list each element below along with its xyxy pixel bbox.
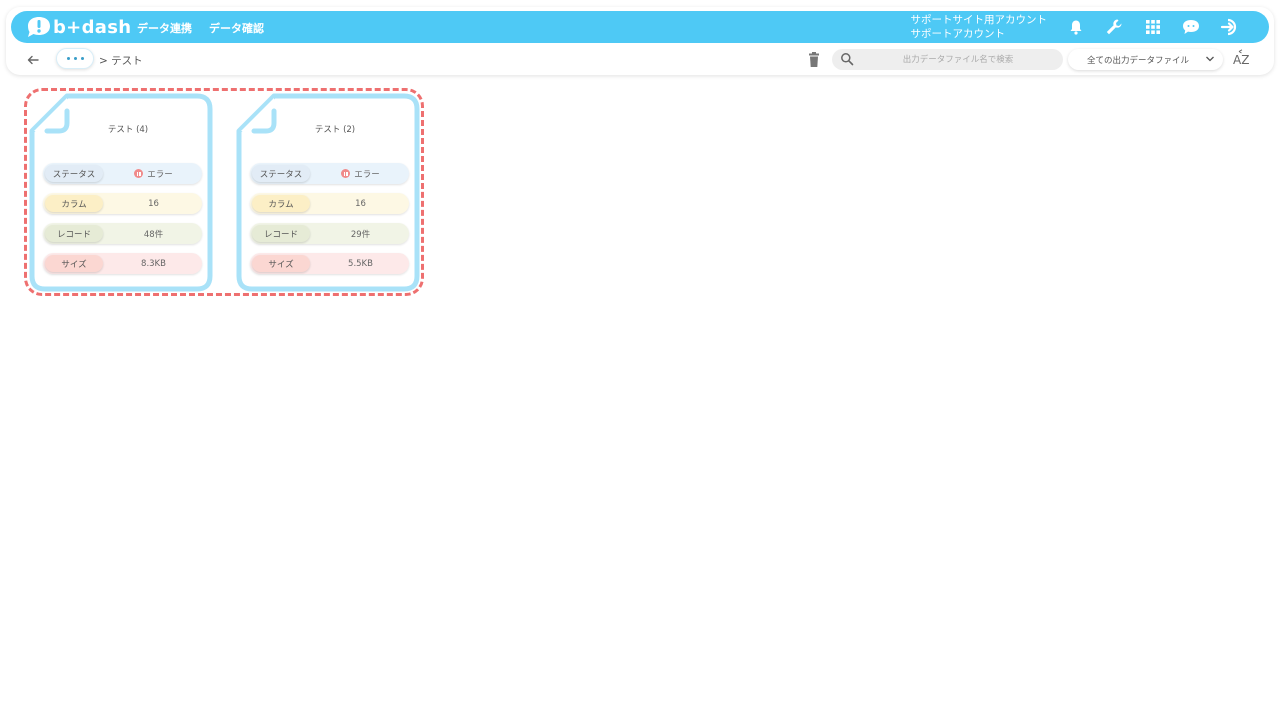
record-value: 29件 (350, 229, 371, 240)
file-filter-select[interactable]: 全ての出力データファイル (1068, 49, 1223, 70)
bell-icon[interactable] (1065, 16, 1087, 38)
breadcrumb-more-button[interactable] (56, 48, 94, 69)
size-label: サイズ (252, 255, 310, 272)
record-value: 48件 (143, 229, 164, 240)
account-user-name: サポートアカウント (910, 28, 1006, 40)
status-label: ステータス (252, 165, 310, 182)
top-bar: b+dash データ連携 データ確認 サポートサイト用アカウント サポートアカウ… (11, 11, 1269, 43)
dot-icon (80, 57, 84, 60)
file-card[interactable]: テスト (4) ステータス エラー カラム 16 レコード 48件 サイズ 8.… (29, 93, 213, 292)
status-row: ステータス エラー (43, 163, 202, 184)
status-value-text: エラー (147, 169, 173, 180)
file-filter-value: 全ての出力データファイル (1087, 55, 1190, 66)
search-input[interactable] (858, 50, 1058, 69)
back-arrow-icon[interactable] (24, 51, 42, 69)
size-row: サイズ 8.3KB (43, 253, 202, 274)
account-info[interactable]: サポートサイト用アカウント サポートアカウント (911, 13, 1048, 41)
toolbar: > テスト 全ての出力データファイル AZ (6, 46, 1274, 74)
chevron-down-icon (1206, 56, 1214, 62)
account-site-name: サポートサイト用アカウント (910, 14, 1048, 26)
logo[interactable]: b+dash (25, 15, 131, 39)
nav-data-integration[interactable]: データ連携 (137, 20, 192, 36)
search-icon[interactable] (840, 52, 854, 66)
apps-grid-icon[interactable] (1142, 16, 1164, 38)
sort-label: AZ (1233, 53, 1249, 67)
status-value: エラー (312, 163, 409, 184)
column-label: カラム (45, 195, 103, 212)
status-row: ステータス エラー (250, 163, 409, 184)
breadcrumb[interactable]: > テスト (99, 53, 143, 68)
support-chat-icon[interactable] (1180, 16, 1202, 38)
record-row: レコード 48件 (43, 223, 202, 244)
record-row: レコード 29件 (250, 223, 409, 244)
status-value-text: エラー (354, 169, 380, 180)
logout-icon[interactable] (1219, 16, 1241, 38)
file-card-title: テスト (2) (314, 125, 356, 135)
size-label: サイズ (45, 255, 103, 272)
status-value: エラー (105, 163, 202, 184)
dot-icon (73, 57, 77, 60)
pause-icon (134, 169, 144, 178)
logo-text: b+dash (53, 16, 132, 38)
column-label: カラム (252, 195, 310, 212)
pause-icon (341, 169, 351, 178)
record-label: レコード (252, 225, 310, 242)
record-label: レコード (45, 225, 103, 242)
column-row: カラム 16 (43, 193, 202, 214)
sort-az-icon[interactable]: AZ (1232, 49, 1252, 69)
dot-icon (66, 57, 70, 60)
file-card[interactable]: テスト (2) ステータス エラー カラム 16 レコード 29件 サイズ 5.… (236, 93, 420, 292)
file-card-title: テスト (4) (107, 125, 149, 135)
trash-icon[interactable] (807, 52, 821, 68)
size-value: 8.3KB (141, 258, 166, 269)
size-row: サイズ 5.5KB (250, 253, 409, 274)
column-value: 16 (148, 198, 159, 209)
logo-bubble-icon (28, 17, 50, 37)
nav-data-check[interactable]: データ確認 (209, 20, 264, 36)
wrench-icon[interactable] (1103, 16, 1125, 38)
column-row: カラム 16 (250, 193, 409, 214)
size-value: 5.5KB (348, 258, 373, 269)
status-label: ステータス (45, 165, 103, 182)
column-value: 16 (355, 198, 366, 209)
